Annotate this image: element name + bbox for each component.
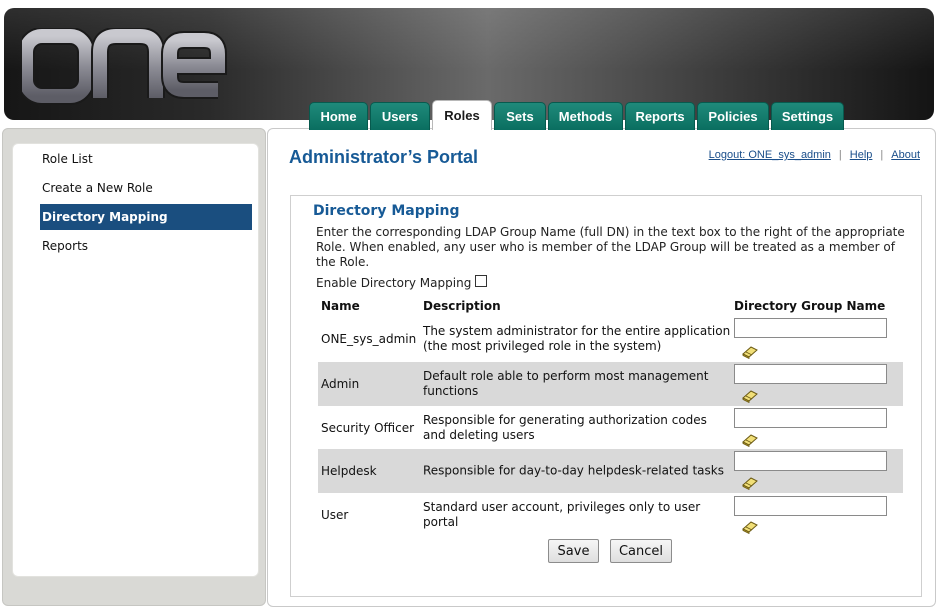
role-description: Responsible for generating authorization…: [423, 412, 707, 442]
role-description: Standard user account, privileges only t…: [423, 500, 701, 529]
table-row: Helpdesk Responsible for day-to-day help…: [318, 449, 903, 493]
group-name-input[interactable]: [734, 318, 887, 338]
role-name: ONE_sys_admin: [321, 332, 417, 346]
header-group: Directory Group Name: [734, 299, 886, 313]
eraser-icon[interactable]: [741, 387, 759, 403]
role-name: Security Officer: [321, 420, 415, 435]
role-name: Admin: [321, 377, 360, 391]
group-name-input[interactable]: [734, 364, 887, 384]
sidebar-item-reports[interactable]: Reports: [40, 233, 252, 259]
eraser-icon[interactable]: [741, 431, 759, 447]
link-separator: |: [880, 149, 884, 161]
table-header: Name Description Directory Group Name: [318, 296, 903, 316]
header-description: Description: [423, 299, 501, 313]
intro-text: Enter the corresponding LDAP Group Name …: [316, 225, 905, 269]
main-tabs: Home Users Roles Sets Methods Reports Po…: [309, 100, 846, 130]
about-link[interactable]: About: [891, 149, 920, 161]
role-description: Default role able to perform most manage…: [423, 369, 709, 398]
role-name: User: [321, 508, 349, 522]
role-description: The system administrator for the entire …: [423, 324, 731, 353]
table-row: User Standard user account, privileges o…: [318, 493, 903, 537]
help-link[interactable]: Help: [850, 149, 873, 161]
tab-users[interactable]: Users: [370, 102, 430, 130]
tab-policies[interactable]: Policies: [697, 102, 769, 130]
group-name-input[interactable]: [734, 451, 887, 471]
logout-link[interactable]: Logout: ONE_sys_admin: [709, 149, 831, 161]
sidebar-frame: Role List Create a New Role Directory Ma…: [2, 128, 266, 606]
save-button[interactable]: Save: [548, 539, 599, 563]
top-links: Logout: ONE_sys_admin | Help | About: [709, 149, 920, 161]
sidebar-item-directory-mapping[interactable]: Directory Mapping: [40, 204, 252, 230]
tab-roles[interactable]: Roles: [432, 100, 492, 130]
eraser-icon[interactable]: [741, 474, 759, 490]
cancel-button[interactable]: Cancel: [610, 539, 672, 563]
tab-reports[interactable]: Reports: [625, 102, 695, 130]
tab-settings[interactable]: Settings: [771, 102, 844, 130]
page-title: Administrator’s Portal: [289, 147, 479, 167]
tab-methods[interactable]: Methods: [548, 102, 623, 130]
table-row: Admin Default role able to perform most …: [318, 362, 903, 406]
role-table: Name Description Directory Group Name ON…: [318, 296, 903, 537]
sidebar-item-role-list[interactable]: Role List: [40, 146, 252, 172]
group-name-input[interactable]: [734, 496, 887, 516]
header-name: Name: [321, 299, 360, 313]
sidebar: Role List Create a New Role Directory Ma…: [12, 143, 259, 577]
table-row: Security Officer Responsible for generat…: [318, 406, 903, 449]
enable-row: Enable Directory Mapping: [316, 275, 488, 290]
table-row: ONE_sys_admin The system administrator f…: [318, 316, 903, 362]
group-name-input[interactable]: [734, 408, 887, 428]
tab-home[interactable]: Home: [309, 102, 368, 130]
role-name: Helpdesk: [321, 464, 377, 478]
section-title: Directory Mapping: [313, 203, 460, 219]
role-description: Responsible for day-to-day helpdesk-rela…: [423, 463, 724, 478]
sidebar-item-create-role[interactable]: Create a New Role: [40, 175, 252, 201]
one-logo: [22, 28, 227, 105]
enable-label: Enable Directory Mapping: [316, 276, 472, 290]
enable-directory-mapping-checkbox[interactable]: [475, 275, 488, 287]
link-separator: |: [838, 149, 842, 161]
eraser-icon[interactable]: [741, 343, 759, 359]
tab-sets[interactable]: Sets: [494, 102, 546, 130]
eraser-icon[interactable]: [741, 518, 759, 534]
